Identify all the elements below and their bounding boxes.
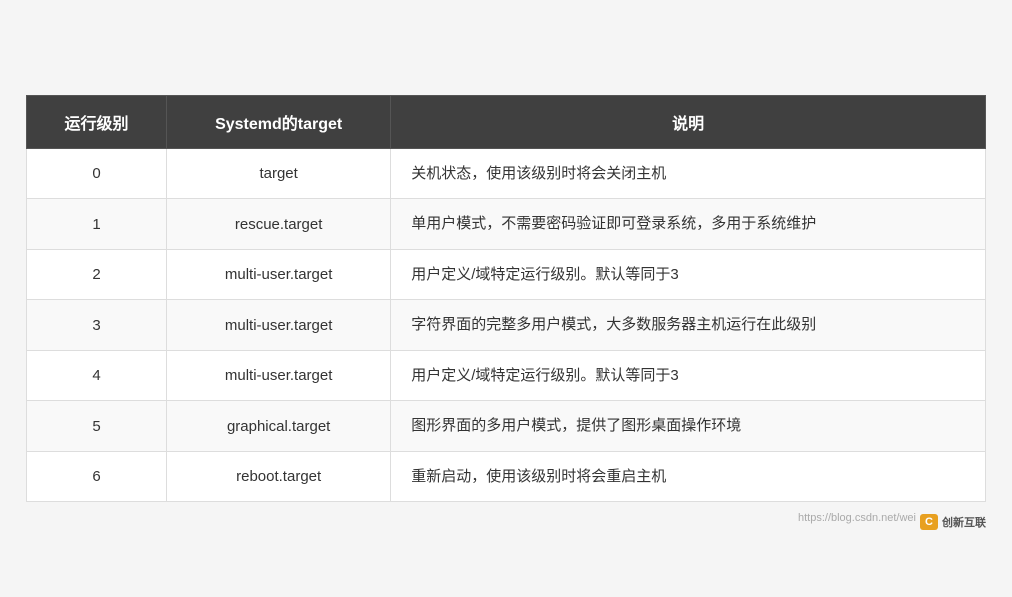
- col-header-level: 运行级别: [27, 95, 167, 148]
- cell-target: multi-user.target: [167, 249, 391, 300]
- cell-description: 字符界面的完整多用户模式，大多数服务器主机运行在此级别: [391, 300, 986, 351]
- table-row: 2multi-user.target用户定义/域特定运行级别。默认等同于3: [27, 249, 986, 300]
- cell-description: 图形界面的多用户模式，提供了图形桌面操作环境: [391, 401, 986, 452]
- logo-badge: C: [920, 514, 938, 530]
- watermark: https://blog.csdn.net/wei: [798, 508, 916, 526]
- cell-target: reboot.target: [167, 451, 391, 502]
- cell-description: 关机状态，使用该级别时将会关闭主机: [391, 148, 986, 199]
- cell-description: 重新启动，使用该级别时将会重启主机: [391, 451, 986, 502]
- cell-level: 2: [27, 249, 167, 300]
- cell-level: 1: [27, 199, 167, 250]
- runlevel-table: 运行级别 Systemd的target 说明 0target关机状态，使用该级别…: [26, 95, 986, 503]
- cell-description: 用户定义/域特定运行级别。默认等同于3: [391, 249, 986, 300]
- cell-level: 0: [27, 148, 167, 199]
- table-row: 6reboot.target重新启动，使用该级别时将会重启主机: [27, 451, 986, 502]
- cell-level: 3: [27, 300, 167, 351]
- table-row: 0target关机状态，使用该级别时将会关闭主机: [27, 148, 986, 199]
- table-row: 4multi-user.target用户定义/域特定运行级别。默认等同于3: [27, 350, 986, 401]
- col-header-desc: 说明: [391, 95, 986, 148]
- logo-area: C 创新互联: [920, 514, 986, 530]
- table-row: 1rescue.target单用户模式，不需要密码验证即可登录系统，多用于系统维…: [27, 199, 986, 250]
- page-wrapper: 运行级别 Systemd的target 说明 0target关机状态，使用该级别…: [26, 95, 986, 503]
- cell-target: graphical.target: [167, 401, 391, 452]
- cell-description: 单用户模式，不需要密码验证即可登录系统，多用于系统维护: [391, 199, 986, 250]
- cell-level: 4: [27, 350, 167, 401]
- col-header-target: Systemd的target: [167, 95, 391, 148]
- table-row: 3multi-user.target字符界面的完整多用户模式，大多数服务器主机运…: [27, 300, 986, 351]
- watermark-url: https://blog.csdn.net/wei: [798, 512, 916, 524]
- cell-target: target: [167, 148, 391, 199]
- cell-target: rescue.target: [167, 199, 391, 250]
- cell-description: 用户定义/域特定运行级别。默认等同于3: [391, 350, 986, 401]
- table-row: 5graphical.target图形界面的多用户模式，提供了图形桌面操作环境: [27, 401, 986, 452]
- logo-text: 创新互联: [942, 514, 986, 530]
- cell-level: 5: [27, 401, 167, 452]
- cell-target: multi-user.target: [167, 300, 391, 351]
- cell-target: multi-user.target: [167, 350, 391, 401]
- table-header-row: 运行级别 Systemd的target 说明: [27, 95, 986, 148]
- cell-level: 6: [27, 451, 167, 502]
